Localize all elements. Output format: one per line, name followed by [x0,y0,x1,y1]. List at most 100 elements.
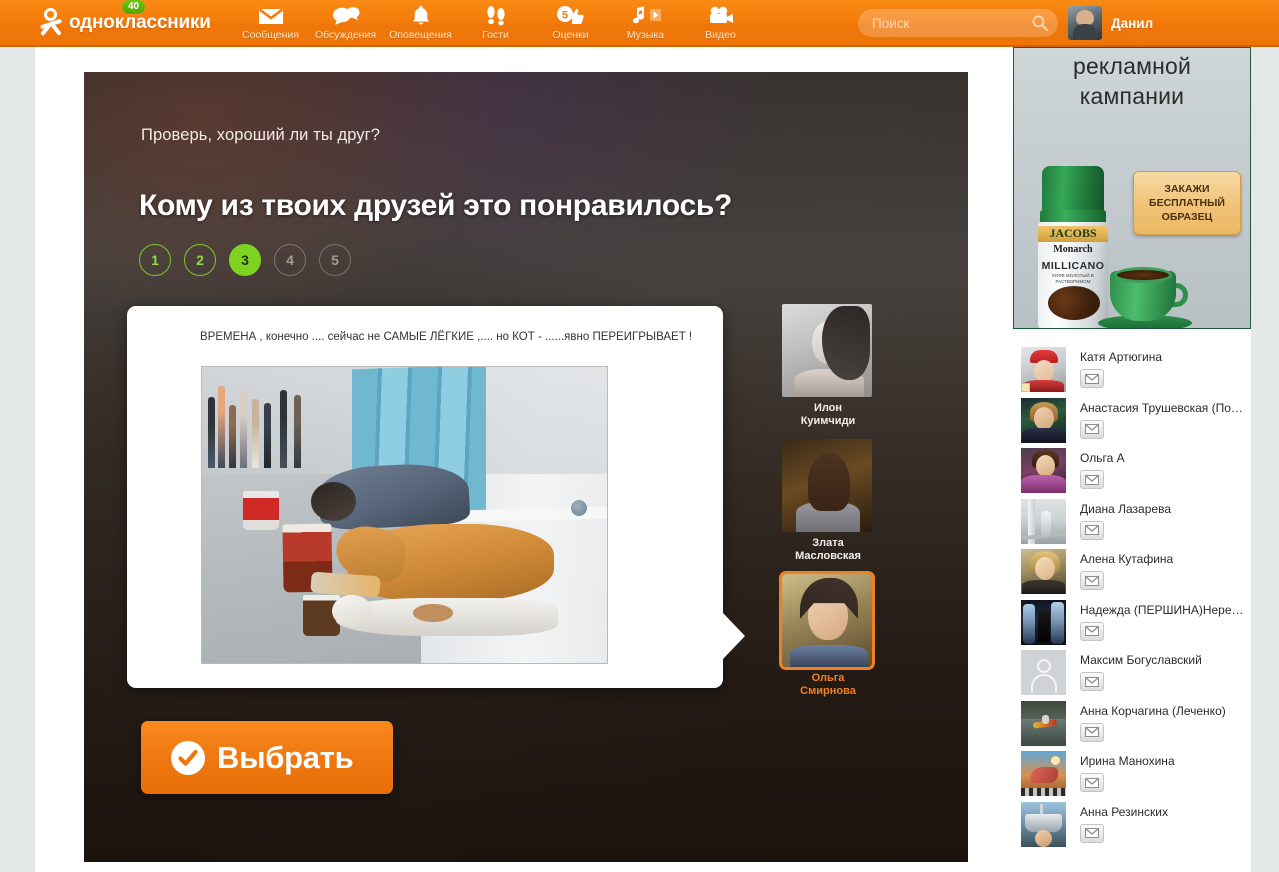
envelope-icon [258,4,284,28]
list-item[interactable]: Анна Корчагина (Леченко) [1013,699,1251,750]
friend-avatar[interactable] [1021,498,1066,544]
nav-item-messages[interactable]: Сообщения [233,0,308,47]
search-input[interactable] [872,9,1027,37]
page-gutter-right [1251,47,1279,872]
logo-notification-badge[interactable]: 40 [121,0,147,15]
page-gutter-left [0,47,35,872]
candidate-photo[interactable] [782,304,872,397]
list-item[interactable]: Надежда (ПЕРШИНА)Нере… [1013,598,1251,649]
friend-name[interactable]: Анастасия Трушевская (По… [1080,401,1250,415]
candidate-photo[interactable] [782,439,872,532]
post-card: ВРЕМЕНА , конечно .... сейчас не САМЫЕ Л… [127,306,723,688]
search-icon[interactable] [1032,15,1048,36]
send-message-button[interactable] [1080,823,1104,843]
friend-avatar[interactable] [1021,599,1066,645]
step-2[interactable]: 2 [184,244,216,276]
logo-text: одноклассники [69,12,211,33]
candidate-name: Злата Масловская [782,537,874,563]
video-camera-icon [707,4,735,28]
step-5[interactable]: 5 [319,244,351,276]
list-item[interactable]: Ольга А [1013,446,1251,497]
candidate-zlata-maslovskaya[interactable]: Злата Масловская [782,439,874,563]
ad-cta-line-1: ЗАКАЖИ [1164,183,1210,195]
submit-button-label: Выбрать [217,739,354,775]
candidate-name: Илон Куимчиди [782,402,874,428]
nav-item-discussions[interactable]: Обсуждения [308,0,383,47]
ad-cta-button[interactable]: ЗАКАЖИ БЕСПЛАТНЫЙ ОБРАЗЕЦ [1133,171,1241,235]
friend-name[interactable]: Надежда (ПЕРШИНА)Нере… [1080,603,1250,617]
coffee-cup-image [1098,253,1192,328]
submit-button[interactable]: Выбрать [141,721,393,794]
quiz-headline: Кому из твоих друзей это понравилось? [139,189,733,222]
send-message-button[interactable] [1080,470,1104,489]
search-box[interactable] [858,9,1058,37]
user-menu[interactable]: Данил [1068,6,1153,40]
friend-avatar[interactable] [1021,397,1066,443]
friend-name[interactable]: Максим Богуславский [1080,653,1250,667]
step-1[interactable]: 1 [139,244,171,276]
friend-avatar[interactable] [1021,700,1066,746]
candidate-last-name: Смирнова [800,685,856,697]
ad-cta-text: ЗАКАЖИ БЕСПЛАТНЫЙ ОБРАЗЕЦ [1149,182,1225,224]
post-photo[interactable] [201,366,608,664]
online-status-badge [1021,383,1030,392]
list-item[interactable]: Диана Лазарева [1013,497,1251,548]
friend-avatar[interactable] [1021,448,1066,493]
friend-avatar[interactable] [1021,751,1066,796]
quiz-kicker: Проверь, хороший ли ты друг? [141,126,381,144]
footprints-icon [485,4,507,28]
nav-item-video[interactable]: Видео [683,0,758,47]
send-message-button[interactable] [1080,773,1104,792]
friend-avatar[interactable] [1021,801,1066,847]
friends-list: Катя Артюгина Анастасия Трушевская (По… … [1013,345,1251,850]
candidate-first-name: Илон [813,402,843,414]
list-item[interactable]: Катя Артюгина [1013,345,1251,396]
friend-name[interactable]: Анна Корчагина (Леченко) [1080,704,1250,718]
ad-title-line-1: рекламной [1072,53,1192,79]
send-message-button[interactable] [1080,419,1104,439]
nav-item-music[interactable]: Музыка [608,0,683,47]
candidate-first-name: Злата [812,537,844,549]
send-message-button[interactable] [1080,369,1104,388]
send-message-button[interactable] [1080,520,1104,540]
send-message-button[interactable] [1080,621,1104,641]
nav-item-notifications[interactable]: Оповещения [383,0,458,47]
friend-name[interactable]: Катя Артюгина [1080,350,1250,364]
nav-label: Обсуждения [314,29,377,41]
bell-icon [410,4,432,28]
ad-title-line-2: кампании [1079,83,1185,109]
list-item[interactable]: Анна Резинских [1013,800,1251,851]
candidate-first-name: Ольга [811,672,845,684]
send-message-button[interactable] [1080,672,1104,691]
friend-name[interactable]: Ирина Манохина [1080,754,1250,768]
list-item[interactable]: Максим Богуславский [1013,648,1251,699]
send-message-button[interactable] [1080,571,1104,590]
friend-name[interactable]: Анна Резинских [1080,805,1250,819]
friend-avatar[interactable] [1021,549,1066,594]
advertisement-banner[interactable]: рекламной кампании ЗАКАЖИ БЕСПЛАТНЫЙ ОБР… [1013,47,1251,329]
friend-avatar-placeholder[interactable] [1021,650,1066,695]
thumbs-up-icon: 5 [556,4,586,28]
candidate-ilon-kuimchidi[interactable]: Илон Куимчиди [782,304,874,428]
list-item[interactable]: Анастасия Трушевская (По… [1013,396,1251,447]
step-3[interactable]: 3 [229,244,261,276]
nav-item-ratings[interactable]: 5 Оценки [533,0,608,47]
friend-name[interactable]: Ольга А [1080,451,1250,465]
svg-text:5: 5 [561,10,567,22]
friend-name[interactable]: Диана Лазарева [1080,502,1250,516]
friend-name[interactable]: Алена Кутафина [1080,552,1250,566]
candidate-list: Илон Куимчиди Злата Масловская Ольга Сми… [779,304,875,709]
candidate-photo-selected[interactable] [779,571,875,670]
music-note-icon [629,4,663,28]
nav-label: Гости [482,29,509,41]
list-item[interactable]: Ирина Манохина [1013,749,1251,800]
candidate-name: Ольга Смирнова [782,672,874,698]
step-4[interactable]: 4 [274,244,306,276]
nav-label: Оценки [552,29,589,41]
list-item[interactable]: Алена Кутафина [1013,547,1251,598]
nav-label: Музыка [626,29,665,41]
send-message-button[interactable] [1080,722,1104,742]
candidate-olga-smirnova[interactable]: Ольга Смирнова [779,571,875,698]
nav-item-guests[interactable]: Гости [458,0,533,47]
ad-cta-line-3: ОБРАЗЕЦ [1161,211,1213,223]
